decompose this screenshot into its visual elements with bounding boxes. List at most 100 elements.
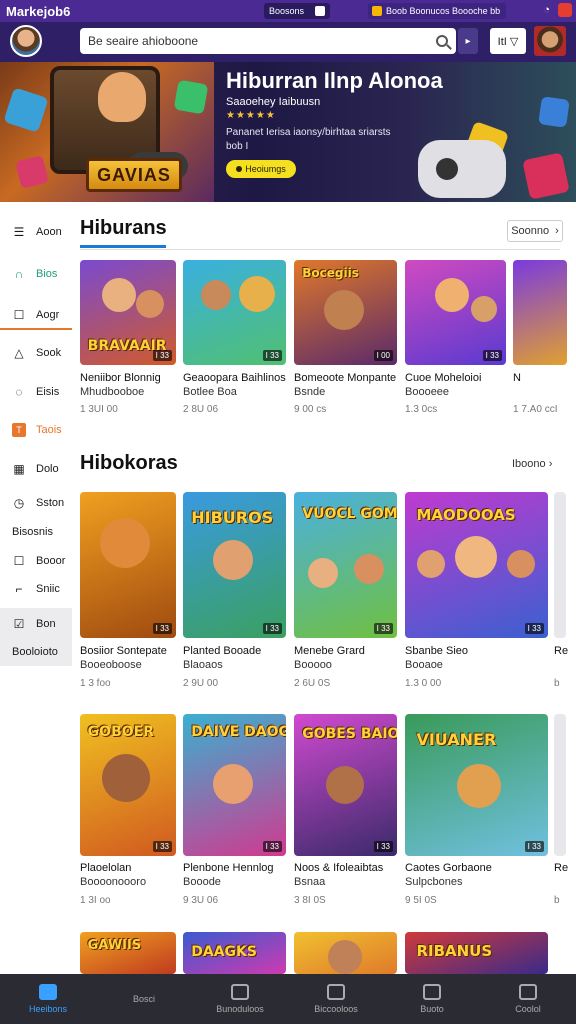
- filter-button[interactable]: ▸: [458, 28, 478, 54]
- nav-label: Bunoduloos: [216, 1004, 264, 1014]
- game-thumbnail: [513, 260, 567, 365]
- play-icon: [236, 166, 243, 172]
- pill-icon: [315, 6, 325, 16]
- game-meta: 1.3 0cs: [405, 404, 438, 415]
- nav-item-2[interactable]: Bunoduloos: [192, 974, 288, 1024]
- nav-item-4[interactable]: Buoto: [384, 974, 480, 1024]
- avatar[interactable]: [10, 25, 42, 57]
- game-title: Sbanbe Sieo: [405, 645, 468, 657]
- system-tray: ◔: [543, 3, 572, 17]
- game-meta: 2 8U 06: [183, 404, 219, 415]
- profile-avatar[interactable]: [534, 26, 566, 56]
- sidebar-item-11[interactable]: ☑ Bon: [0, 610, 72, 638]
- header: Be seaire ahioboone ▸ ItI ▽: [0, 22, 576, 62]
- game-meta: 9 5I 0S: [405, 895, 437, 906]
- sidebar-item-12[interactable]: Booloioto: [0, 638, 72, 666]
- hero-banner[interactable]: GAVIAS Hiburran Ilnp Alonoa Saaoehey Iai…: [0, 62, 576, 202]
- game-title: Cuoe Moheloioi: [405, 372, 482, 384]
- sidebar-item-7[interactable]: ◷ Sston: [0, 489, 72, 517]
- game-thumbnail: [554, 714, 566, 856]
- house-icon: [231, 984, 249, 1000]
- game-title: Plenbone Hennlog: [183, 862, 274, 874]
- notification-chip[interactable]: Boob Boonucos Boooche bb: [368, 3, 506, 19]
- game-meta: 9 3U 06: [183, 895, 219, 906]
- chevron-right-icon: ›: [548, 458, 553, 470]
- sidebar-item-0[interactable]: ☰ Aoon: [0, 218, 72, 246]
- sidebar-item-6[interactable]: ▦ Dolo: [0, 455, 72, 483]
- sidebar-item-label: Bon: [36, 618, 56, 630]
- search-input[interactable]: Be seaire ahioboone: [88, 34, 436, 48]
- sidebar-item-8[interactable]: Bisosnis: [0, 518, 72, 546]
- game-subtitle: Booode: [183, 876, 221, 888]
- browser-icon[interactable]: [558, 3, 572, 17]
- tag-icon: T: [12, 423, 26, 437]
- game-subtitle: Blaoaos: [183, 659, 223, 671]
- player-count: I 33: [373, 623, 393, 634]
- nav-item-1[interactable]: Bosci: [96, 974, 192, 1024]
- banner-sign: GAVIAS: [86, 158, 182, 192]
- chevron-right-icon: ▸: [465, 35, 471, 47]
- nav-item-5[interactable]: Coolol: [480, 974, 576, 1024]
- nav-item-3[interactable]: Biccooloos: [288, 974, 384, 1024]
- sidebar-item-label: Aogr: [36, 309, 60, 321]
- square-icon: [327, 984, 345, 1000]
- sidebar-item-10[interactable]: ⌐ Sniic: [0, 575, 72, 603]
- see-all-button[interactable]: Soonno ›: [507, 220, 563, 242]
- sidebar-item-label: Bisosnis: [12, 526, 53, 538]
- game-title: Re: [554, 645, 569, 657]
- app-name: Markejob6: [6, 3, 71, 19]
- sidebar-item-label: Eisis: [36, 386, 60, 398]
- game-thumbnail: RIBANUS: [405, 932, 548, 974]
- game-subtitle: Botlee Boa: [183, 386, 237, 398]
- nav-label: Heeibons: [28, 1004, 68, 1014]
- banner-cta-button[interactable]: Heoiumgs: [226, 160, 296, 178]
- wifi-icon: ◔: [543, 4, 550, 16]
- player-count: I 33: [262, 841, 282, 852]
- game-meta: 2 6U 0S: [294, 678, 331, 689]
- game-logo: RIBANUS: [416, 942, 493, 960]
- game-meta: b: [554, 678, 560, 689]
- nav-item-home[interactable]: Heeibons: [0, 974, 96, 1024]
- sidebar-item-1[interactable]: ∩ Bios: [0, 260, 72, 288]
- game-subtitle: Sulpcbones: [405, 876, 463, 888]
- game-thumbnail: [294, 932, 397, 974]
- sidebar-item-label: Booloioto: [12, 646, 58, 658]
- character-face: [98, 72, 146, 122]
- bottom-navigation: Heeibons Bosci Bunoduloos Biccooloos Buo…: [0, 974, 576, 1024]
- sidebar-item-3[interactable]: △ Sook: [0, 339, 72, 367]
- sidebar-item-2[interactable]: ☐ Aogr: [0, 301, 72, 329]
- cart-button[interactable]: ItI ▽: [490, 28, 526, 54]
- grid-icon: ▦: [13, 462, 25, 476]
- player-count: I 33: [152, 841, 172, 852]
- sidebar-item-5[interactable]: T Taois: [0, 416, 72, 444]
- sidebar-item-label: Sniic: [36, 583, 60, 595]
- game-logo: Bocegiis: [302, 266, 359, 280]
- status-bar: Markejob6 Boosons Boob Boonucos Boooche …: [0, 0, 576, 22]
- triangle-icon: △: [14, 346, 24, 360]
- game-meta: 1 7.A0 ccI: [513, 404, 558, 415]
- search-icon[interactable]: [436, 35, 448, 47]
- sidebar-item-9[interactable]: ☐ Booor: [0, 547, 72, 575]
- nav-label: Bosci: [132, 994, 155, 1004]
- search-bar[interactable]: Be seaire ahioboone: [80, 28, 456, 54]
- inbox-icon: [423, 984, 441, 1000]
- game-thumbnail: I 33: [80, 492, 176, 638]
- sidebar-item-4[interactable]: ◌ Eisis: [0, 378, 72, 406]
- checkbox-icon: ☐: [13, 554, 25, 568]
- status-pill[interactable]: Boosons: [264, 3, 330, 19]
- notification-icon: [372, 6, 382, 16]
- circle-icon: ◌: [15, 385, 23, 399]
- sidebar-item-label: Taois: [36, 424, 62, 436]
- banner-artwork: GAVIAS: [0, 62, 214, 202]
- sidebar-item-label: Sook: [36, 347, 62, 359]
- sidebar: ☰ Aoon ∩ Bios ☐ Aogr △ Sook ◌ Eisis T Taois ▦ D…: [0, 202, 72, 672]
- game-logo: GOBOER: [87, 724, 154, 740]
- game-logo: GOBES BAIOS: [302, 726, 397, 742]
- nav-label: Buoto: [420, 1004, 444, 1014]
- section-title: Hiburans: [80, 217, 167, 239]
- game-thumbnail: DAIVE DAOGES I 33: [183, 714, 286, 856]
- status-pill-label: Boosons: [269, 6, 305, 16]
- see-more-link[interactable]: Iboono ›: [512, 458, 552, 470]
- game-thumbnail: I 33: [405, 260, 506, 365]
- game-title: Noos & Ifoleaibtas: [294, 862, 384, 874]
